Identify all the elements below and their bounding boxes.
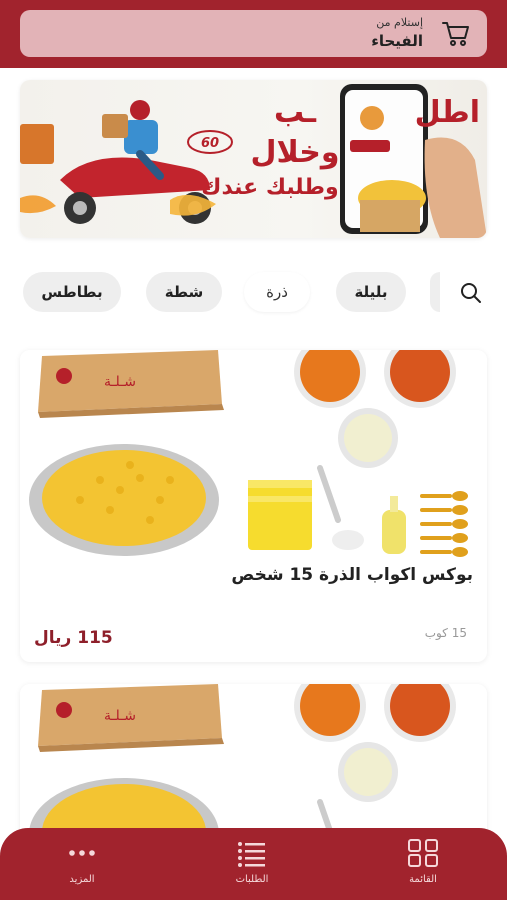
svg-text:60: 60 [201, 136, 219, 151]
nav-orders-label: الطلبات [235, 874, 269, 885]
list-icon [238, 842, 265, 867]
svg-text:اطل: اطل [415, 95, 480, 130]
svg-text:وخلال: وخلال [250, 135, 339, 170]
nav-menu[interactable]: القائمة [378, 838, 468, 898]
svg-text:شـلـة: شـلـة [104, 708, 136, 724]
nav-more-label: المزيد [69, 874, 95, 885]
pickup-label: إستلام من [376, 16, 423, 29]
nav-menu-label: القائمة [409, 874, 437, 885]
grid-icon [408, 839, 438, 867]
pickup-location-name: الفيحاء [371, 32, 423, 50]
bottom-navigation: القائمة الطلبات المزيد [0, 828, 507, 900]
promo-banner[interactable]: ـب وخلال وطلبك عندك 60 اطل [20, 80, 487, 238]
category-bar: بليلة ذرة شطة بطاطس [0, 272, 507, 314]
product-price: 115 ريال [34, 628, 113, 648]
category-chip-partial[interactable] [430, 272, 440, 312]
category-chip-fries[interactable]: بطاطس [23, 272, 121, 312]
top-bar: إستلام من الفيحاء [0, 0, 507, 68]
more-dots-icon [69, 850, 95, 856]
svg-text:شـلـة: شـلـة [104, 374, 136, 390]
svg-text:وطلبك عندك: وطلبك عندك [201, 175, 338, 200]
product-title: بوكس اكواب الذرة 15 شخص [231, 565, 473, 585]
svg-text:ـب: ـب [274, 95, 317, 130]
product-image: شـلـة [20, 350, 487, 558]
banner-illustration: ـب وخلال وطلبك عندك 60 اطل [20, 84, 487, 238]
pickup-location-selector[interactable]: إستلام من الفيحاء [20, 10, 487, 57]
search-icon[interactable] [458, 280, 484, 306]
category-chip-chili[interactable]: شطة [146, 272, 222, 312]
cart-icon[interactable] [441, 19, 471, 47]
category-chip-balila[interactable]: بليلة [336, 272, 406, 312]
nav-more[interactable]: المزيد [37, 838, 127, 898]
nav-orders[interactable]: الطلبات [207, 838, 297, 898]
category-chip-corn[interactable]: ذرة [244, 272, 310, 312]
product-quantity: 15 كوب [424, 626, 467, 640]
product-card[interactable]: شـلـة بوكس اكواب الذرة 15 شخص 115 ريال 1… [20, 350, 487, 662]
